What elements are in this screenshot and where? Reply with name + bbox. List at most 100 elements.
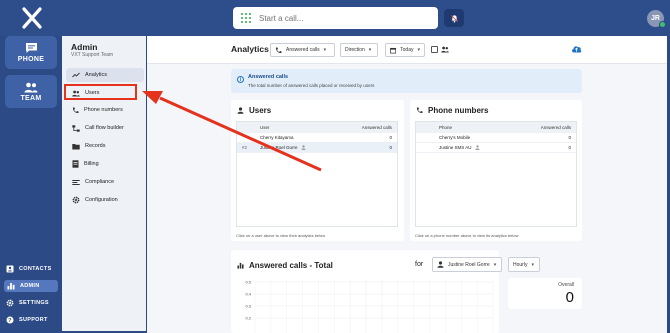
rank-label: #2 (242, 145, 248, 150)
user-icon (437, 261, 444, 268)
date-range-select[interactable]: Today ▾ (385, 43, 425, 57)
billing-icon (72, 160, 79, 168)
answered-count: 0 (389, 135, 392, 140)
chat-bubble-icon (25, 43, 37, 53)
phone-nav-label: PHONE (17, 56, 45, 63)
table-row[interactable]: Cherry's Mobile 0 (416, 133, 576, 143)
admin-nav-analytics[interactable]: Analytics (66, 68, 144, 82)
table-row[interactable]: #2 Justine Roel Gorre 0 (237, 143, 397, 153)
phone-name: Justine SMS AU (439, 145, 472, 150)
direction-select[interactable]: Direction ▾ (340, 43, 378, 57)
table-row[interactable]: Justine SMS AU 0 (416, 143, 576, 153)
team-nav-label: TEAM (20, 94, 42, 102)
users-icon (441, 46, 449, 53)
admin-nav-call-flow-builder[interactable]: Call flow builder (66, 121, 144, 135)
team-name: VXT Support Team (71, 52, 114, 58)
for-label: for (415, 261, 424, 268)
trend-icon (72, 72, 80, 78)
interval-select[interactable]: Hourly ▾ (508, 257, 540, 272)
y-tick-label: 0.2 (245, 316, 251, 321)
y-tick-label: 0.3 (245, 304, 251, 309)
metric-select[interactable]: Answered calls ▾ (270, 43, 335, 57)
table-header: User Answered calls (237, 122, 397, 133)
support-nav-label: SUPPORT (19, 317, 48, 323)
y-tick-label: 0.5 (245, 280, 251, 285)
y-tick-label: 0.4 (245, 292, 251, 297)
admin-nav-records[interactable]: Records (66, 139, 144, 153)
team-nav-button[interactable]: TEAM (5, 75, 57, 108)
cloud-upload-icon[interactable] (571, 44, 582, 53)
page-title: Analytics (231, 44, 269, 54)
top-bar: JR (0, 0, 670, 36)
online-status-indicator (659, 21, 666, 28)
phone-icon (275, 47, 282, 53)
svg-text:?: ? (8, 318, 12, 324)
bar-chart-icon (7, 283, 15, 290)
contacts-nav-link[interactable]: CONTACTS (6, 263, 52, 275)
gear-icon (6, 299, 14, 307)
user-name: Justine Roel Gorre (260, 145, 298, 150)
metric-info-banner: i Answered calls The total number of ans… (231, 69, 582, 93)
overall-value: 0 (565, 289, 574, 306)
direction-select-value: Direction (345, 47, 365, 53)
answered-calls-chart-card: Answered calls - Total for Justine Roel … (231, 250, 540, 333)
table-row[interactable]: Cherry Kitayama 0 (237, 133, 397, 143)
admin-nav-label: Phone numbers (84, 107, 123, 113)
admin-nav-label: Compliance (85, 179, 115, 185)
settings-nav-link[interactable]: SETTINGS (6, 297, 49, 309)
analytics-main: Analytics Answered calls ▾ Direction ▾ T… (147, 36, 667, 333)
dialpad-icon[interactable] (241, 13, 251, 23)
admin-nav-label: Analytics (85, 72, 108, 78)
metric-select-value: Answered calls (286, 47, 320, 53)
calendar-icon (390, 47, 397, 53)
users-card-hint: Click on a user above to view their anal… (236, 233, 326, 238)
support-nav-link[interactable]: ? SUPPORT (6, 314, 48, 326)
phone-numbers-card: Phone numbers Phone Answered calls Cherr… (410, 100, 582, 241)
phone-numbers-table: Phone Answered calls Cherry's Mobile 0 J… (415, 121, 577, 227)
phone-name: Cherry's Mobile (439, 135, 471, 140)
start-call-box[interactable] (233, 7, 438, 29)
chevron-down-icon: ▾ (493, 261, 497, 268)
admin-panel: Admin VXT Support Team Analytics Users P… (62, 36, 146, 331)
settings-nav-label: SETTINGS (19, 300, 49, 306)
compliance-icon (72, 179, 80, 185)
users-card-title: Users (237, 106, 271, 115)
chart-title: Answered calls - Total (237, 261, 333, 270)
table-header: Phone Answered calls (416, 122, 576, 133)
group-checkbox[interactable] (431, 46, 438, 53)
column-header-answered: Answered calls (361, 125, 392, 130)
phone-nav-button[interactable]: PHONE (5, 36, 57, 69)
contacts-icon (6, 265, 14, 273)
info-text: The total number of answered calls place… (248, 83, 375, 88)
gear-icon (72, 196, 80, 204)
admin-title: Admin (71, 42, 98, 52)
date-range-value: Today (400, 47, 414, 53)
answered-calls-chart: 0.5 0.4 0.3 0.2 (245, 280, 494, 333)
admin-nav-billing[interactable]: Billing (66, 157, 144, 171)
users-card: Users User Answered calls Cherry Kitayam… (231, 100, 404, 241)
vxt-logo[interactable] (22, 7, 42, 29)
admin-nav-label: Records (85, 143, 106, 149)
admin-nav-label: ADMIN (20, 283, 40, 289)
column-header-answered: Answered calls (540, 125, 571, 130)
help-icon: ? (6, 316, 14, 324)
flow-icon (72, 124, 80, 132)
do-not-disturb-button[interactable] (444, 9, 464, 27)
chart-user-value: Justine Roel Gorre (448, 261, 490, 268)
admin-nav-link[interactable]: ADMIN (4, 280, 58, 292)
phone-numbers-card-hint: Click on a phone number above to view it… (415, 233, 519, 238)
team-icon (24, 82, 38, 92)
chevron-down-icon: ▾ (531, 261, 534, 268)
answered-count: 0 (389, 145, 392, 150)
admin-nav-phone-numbers[interactable]: Phone numbers (66, 103, 144, 117)
interval-value: Hourly (513, 261, 528, 268)
folder-icon (72, 143, 80, 149)
chevron-down-icon: ▾ (368, 47, 372, 53)
column-header-phone: Phone (439, 125, 453, 130)
chart-user-select[interactable]: Justine Roel Gorre ▾ (432, 257, 502, 272)
user-avatar[interactable]: JR (647, 10, 666, 28)
admin-nav-configuration[interactable]: Configuration (66, 193, 144, 207)
chevron-down-icon: ▾ (417, 47, 420, 53)
start-call-input[interactable] (259, 13, 419, 23)
admin-nav-compliance[interactable]: Compliance (66, 175, 144, 189)
